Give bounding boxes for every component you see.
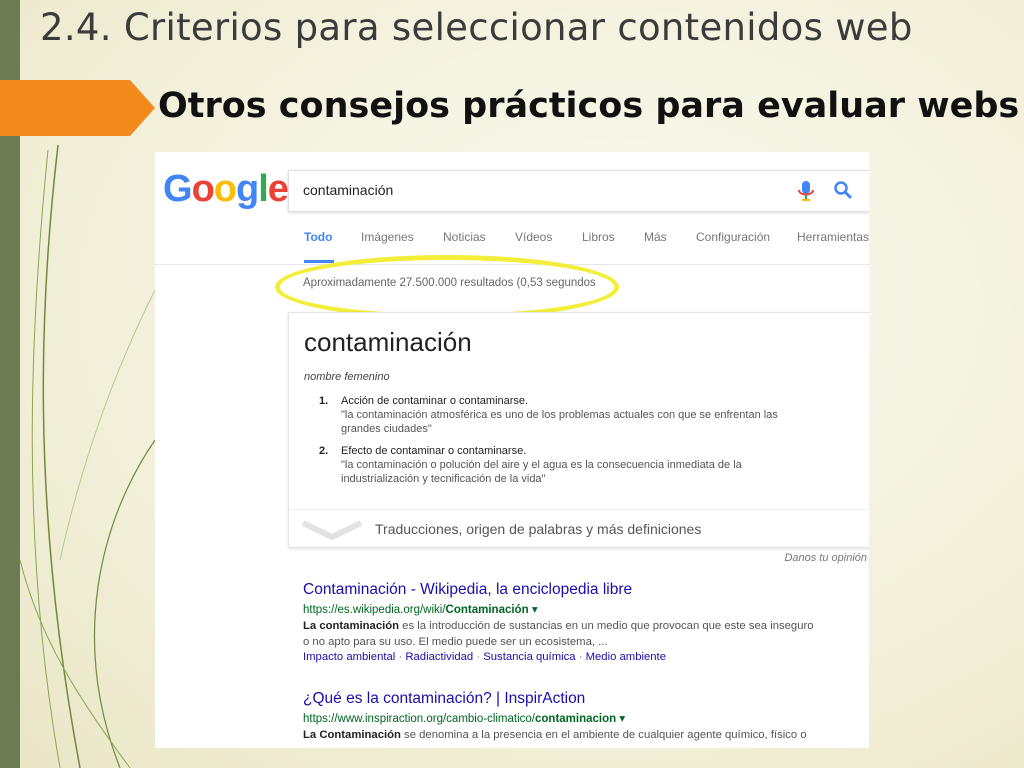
definition-example: "la contaminación atmosférica es uno de … [341, 408, 841, 436]
result-snippet: La Contaminación se denomina a la presen… [303, 727, 863, 743]
yellow-highlight-ellipse [275, 255, 619, 319]
definition-text: Efecto de contaminar o contaminarse. [341, 445, 527, 457]
tab-noticias[interactable]: Noticias [443, 230, 486, 244]
logo-letter: l [258, 168, 269, 210]
snippet-text: es la introducción de sustancias en un m… [399, 620, 814, 632]
snippet-text: se denomina a la presencia en el ambient… [400, 729, 807, 741]
more-definitions-row[interactable]: Traducciones, origen de palabras y más d… [289, 509, 869, 548]
example-line: "la contaminación atmosférica es uno de … [341, 409, 778, 421]
orange-arrow-icon [0, 80, 155, 136]
example-line: "la contaminación o polución del aire y … [341, 459, 742, 471]
snippet-bold: La contaminación [303, 620, 400, 632]
logo-letter: e [267, 168, 289, 210]
definition-number: 2. [319, 445, 329, 457]
tab-videos[interactable]: Vídeos [515, 230, 552, 244]
definition-number: 1. [319, 395, 329, 407]
microphone-icon[interactable] [797, 179, 815, 203]
sitelink[interactable]: Sustancia química [483, 651, 575, 663]
url-bold: Contaminación [445, 604, 529, 616]
dictionary-word: contaminación [304, 327, 472, 357]
slide-subtitle: Otros consejos prácticos para evaluar we… [158, 86, 1020, 126]
tab-todo[interactable]: Todo [304, 230, 332, 244]
tab-imagenes[interactable]: Imágenes [361, 230, 414, 244]
chevron-down-icon[interactable] [301, 519, 363, 541]
result-title-link[interactable]: Contaminación - Wikipedia, la encicloped… [303, 581, 632, 599]
url-prefix: https://es.wikipedia.org/wiki/ [303, 604, 446, 616]
google-header: Google contaminación Todo Imágenes Notic… [155, 152, 869, 265]
url-bold: contaminacion [535, 713, 617, 725]
caret-down-icon[interactable]: ▾ [619, 713, 625, 725]
search-input[interactable]: contaminación [288, 170, 869, 212]
logo-letter: g [236, 168, 259, 210]
result-url[interactable]: https://es.wikipedia.org/wiki/Contaminac… [303, 602, 538, 616]
more-definitions-link[interactable]: Traducciones, origen de palabras y más d… [375, 521, 701, 537]
search-query: contaminación [303, 182, 394, 198]
result-snippet: La contaminación es la introducción de s… [303, 618, 863, 650]
caret-down-icon[interactable]: ▾ [532, 604, 538, 616]
sitelink[interactable]: Medio ambiente [586, 651, 666, 663]
logo-letter: G [163, 168, 193, 210]
snippet-bold: La Contaminación [303, 729, 401, 741]
dictionary-card: contaminación nombre femenino 1. Acción … [288, 312, 869, 548]
result-url[interactable]: https://www.inspiraction.org/cambio-clim… [303, 711, 625, 725]
search-icon[interactable] [833, 180, 853, 200]
definition-example: "la contaminación o polución del aire y … [341, 458, 841, 486]
google-results-screenshot: Google contaminación Todo Imágenes Notic… [155, 152, 869, 748]
snippet-text: o no apto para su uso. El medio puede se… [303, 636, 608, 648]
tab-mas[interactable]: Más [644, 230, 667, 244]
sitelink[interactable]: Impacto ambiental [303, 651, 395, 663]
tab-libros[interactable]: Libros [582, 230, 615, 244]
sitelink[interactable]: Radiactividad [405, 651, 473, 663]
google-logo[interactable]: Google [163, 168, 289, 211]
result-sitelinks: Impacto ambiental · Radiactividad · Sust… [303, 651, 666, 663]
definition-text: Acción de contaminar o contaminarse. [341, 395, 529, 407]
tab-herramientas[interactable]: Herramientas [797, 230, 869, 244]
example-line: industrialización y tecnificación de la … [341, 473, 546, 485]
tab-configuracion[interactable]: Configuración [696, 230, 770, 244]
example-line: grandes ciudades" [341, 423, 432, 435]
slide-title: 2.4. Criterios para seleccionar contenid… [40, 6, 913, 49]
feedback-link[interactable]: Danos tu opinión [784, 552, 867, 564]
result-title-link[interactable]: ¿Qué es la contaminación? | InspirAction [303, 690, 585, 708]
logo-letter: o [213, 168, 237, 210]
part-of-speech: nombre femenino [304, 371, 390, 383]
url-prefix: https://www.inspiraction.org/cambio-clim… [303, 713, 535, 725]
logo-letter: o [191, 168, 215, 210]
